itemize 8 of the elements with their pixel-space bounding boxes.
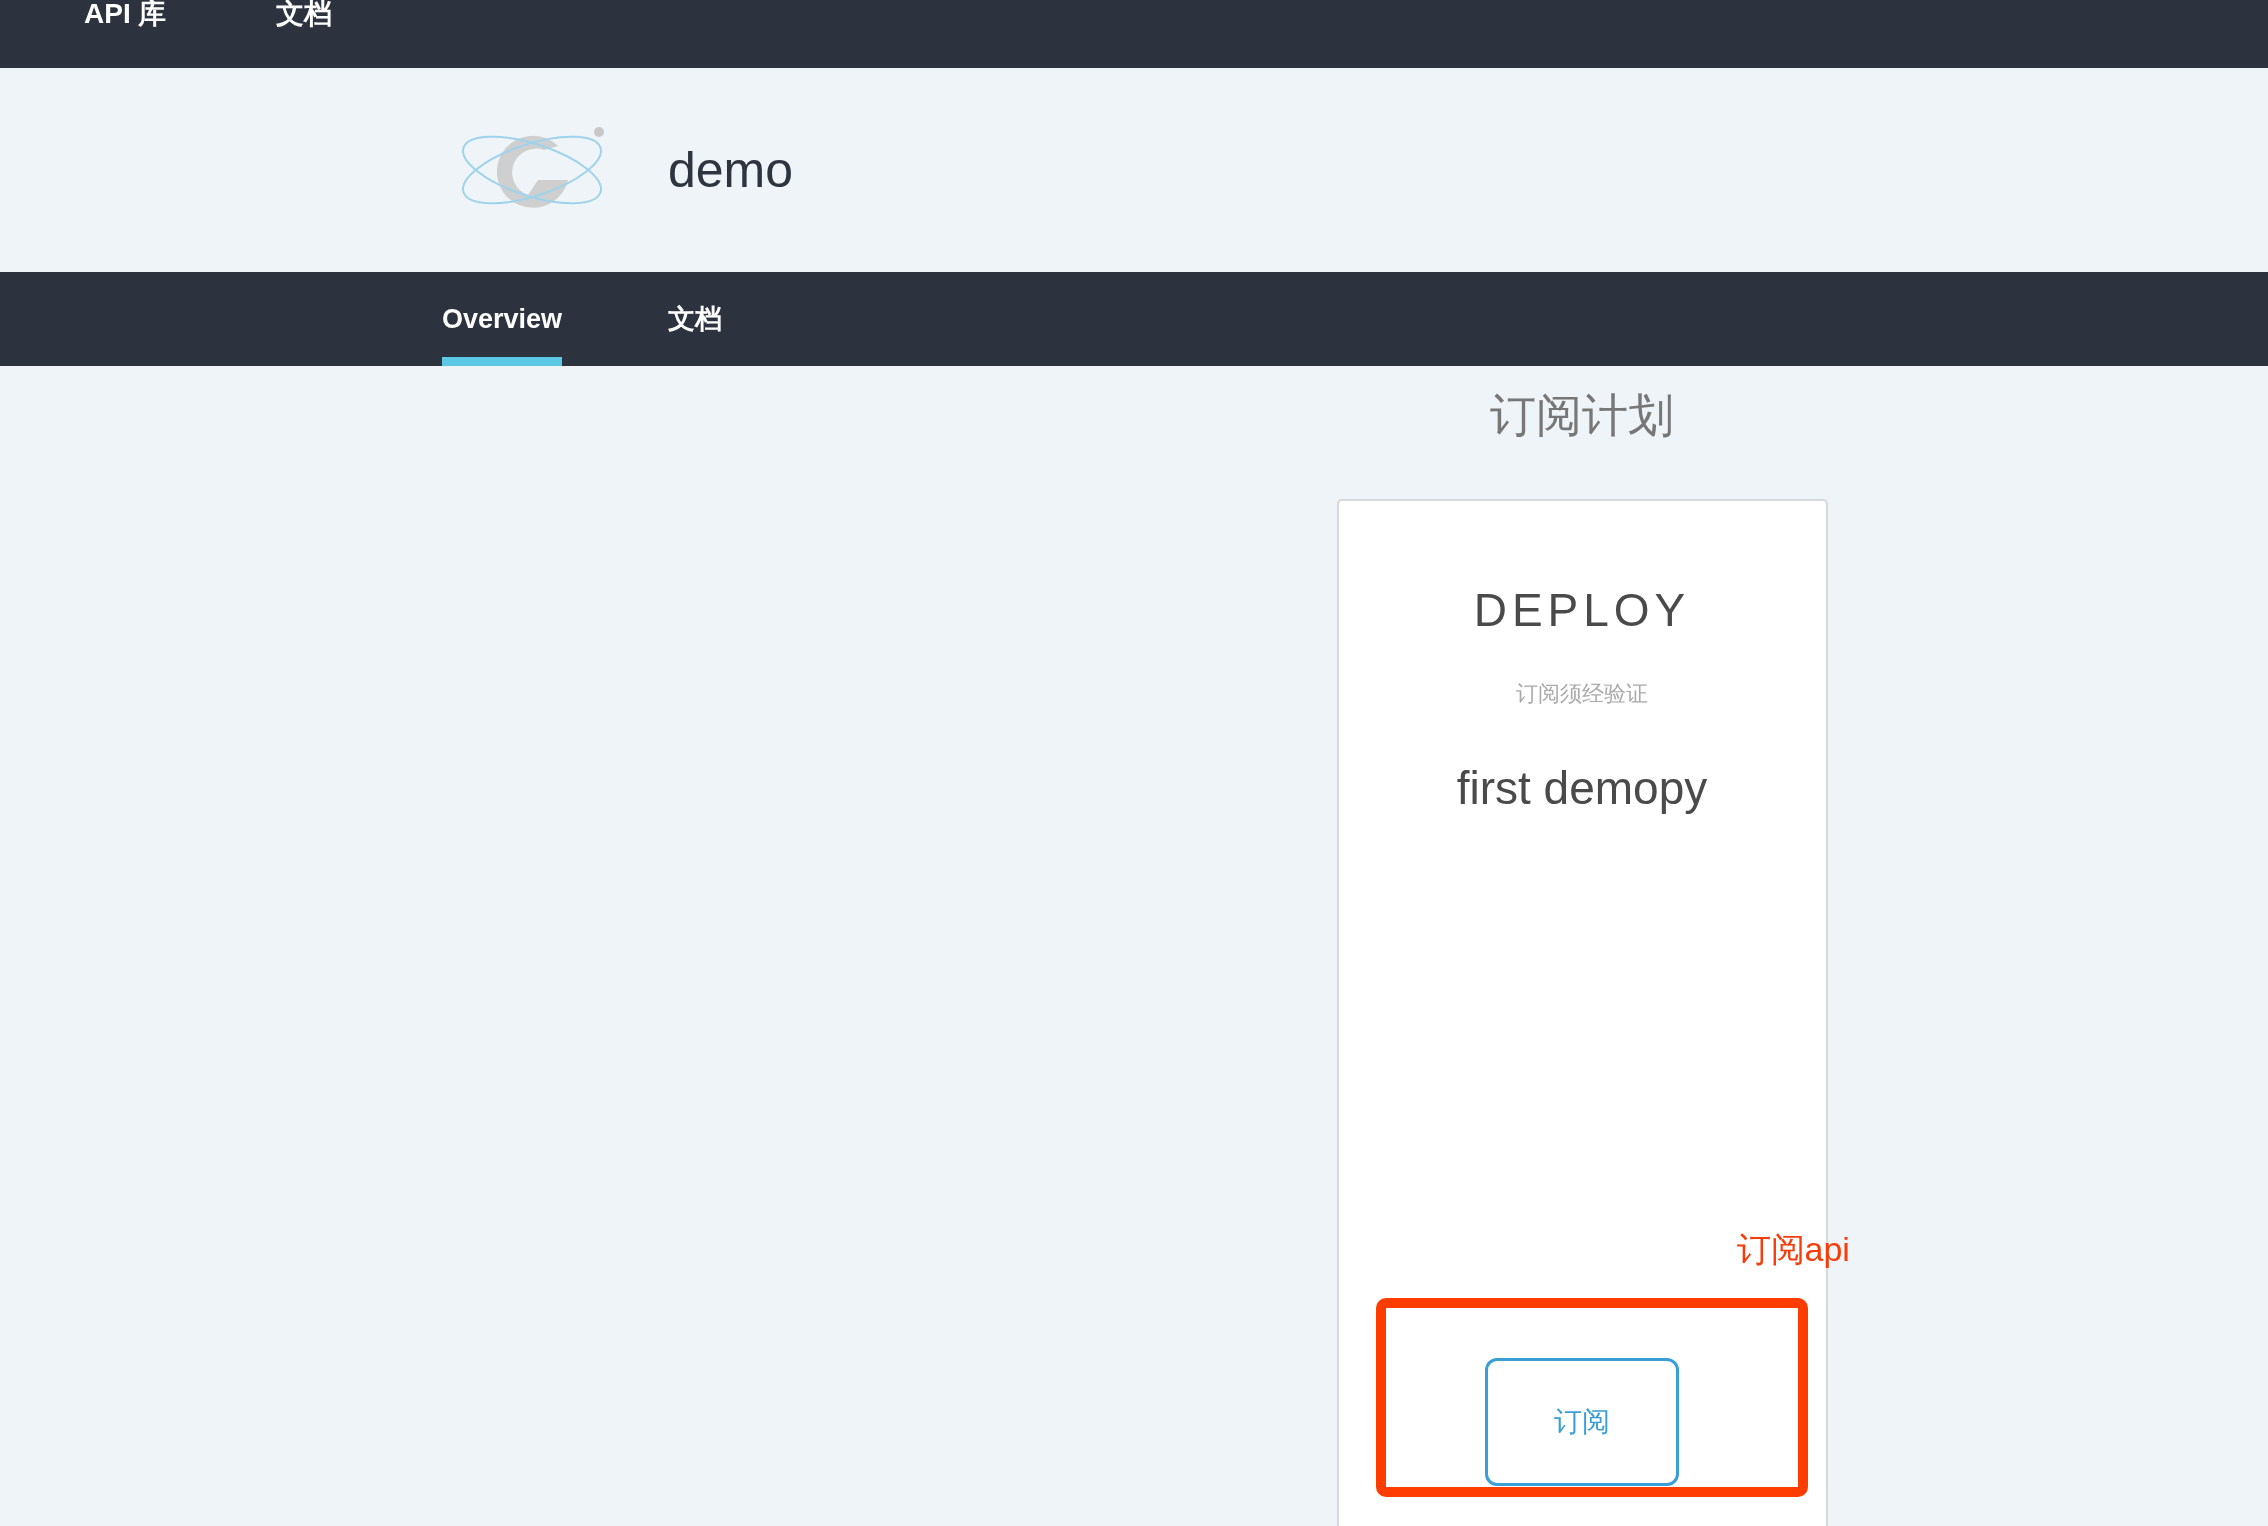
annotation-label: 订阅api <box>1736 1229 1850 1270</box>
project-title: demo <box>668 141 794 199</box>
plan-description: first demopy <box>1456 761 1708 815</box>
section-heading: 订阅计划 <box>1490 387 1674 444</box>
plan-note: 订阅须经验证 <box>1516 680 1648 708</box>
tab[interactable]: Overview <box>442 272 563 366</box>
plan-name: DEPLOY <box>1473 583 1691 637</box>
tab[interactable]: 文档 <box>668 272 723 366</box>
